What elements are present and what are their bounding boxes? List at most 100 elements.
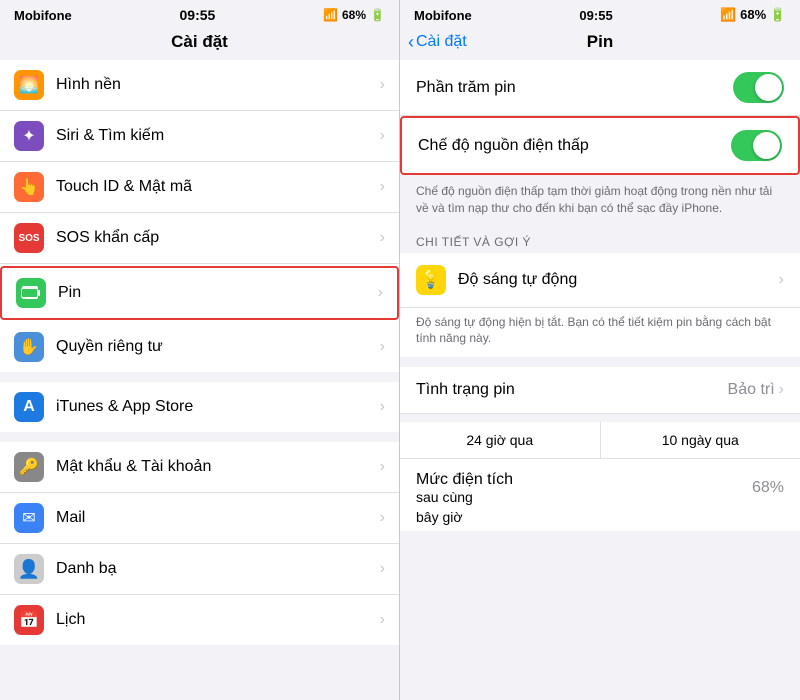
quyen-rieng-tu-chevron: › (380, 338, 385, 356)
left-indicators: 📶 68% 🔋 (323, 8, 385, 22)
muc-dien-sub: sau cùng (416, 489, 752, 505)
pin-chevron: › (378, 284, 383, 302)
phan-tram-pin-toggle-thumb (755, 74, 782, 101)
phan-tram-pin-toggle[interactable] (733, 72, 784, 103)
chi-tiet-header: CHI TIẾT VÀ GỢI Ý (400, 227, 800, 253)
itunes-chevron: › (380, 398, 385, 416)
left-status-bar: Mobifone 09:55 📶 68% 🔋 (0, 0, 399, 28)
do-sang-row[interactable]: 💡 Độ sáng tự động › (400, 253, 800, 308)
che-do-nguon-toggle-thumb (753, 132, 780, 159)
touch-id-icon: 👆 (14, 172, 44, 202)
hinh-nen-label: Hình nền (56, 76, 380, 94)
right-panel: Mobifone 09:55 📶 68% 🔋 ‹ Cài đặt Pin Phầ… (400, 0, 800, 700)
siri-label: Siri & Tìm kiếm (56, 127, 380, 145)
mat-khau-icon: 🔑 (14, 452, 44, 482)
danh-ba-chevron: › (380, 560, 385, 578)
battery-icon: 🔋 (370, 8, 385, 22)
separator-1 (0, 374, 399, 382)
mail-icon: ✉ (14, 503, 44, 533)
pin-icon (16, 278, 46, 308)
left-nav-title: Cài đặt (171, 32, 228, 52)
do-sang-section: 💡 Độ sáng tự động › Độ sáng tự động hiện… (400, 253, 800, 358)
che-do-nguon-label: Chế độ nguồn điện thấp (418, 137, 731, 155)
muc-dien-row: Mức điện tích sau cùng 68% (400, 459, 800, 509)
right-nav-title: Pin (587, 32, 613, 52)
do-sang-desc: Độ sáng tự động hiện bị tắt. Bạn có thể … (400, 308, 800, 358)
che-do-nguon-toggle[interactable] (731, 130, 782, 161)
che-do-nguon-row[interactable]: Chế độ nguồn điện thấp (402, 118, 798, 173)
do-sang-label: Độ sáng tự động (458, 271, 779, 289)
sos-chevron: › (380, 229, 385, 247)
left-nav-bar: Cài đặt (0, 28, 399, 60)
right-time: 09:55 (579, 8, 612, 23)
lich-label: Lịch (56, 611, 380, 629)
quyen-rieng-tu-label: Quyền riêng tư (56, 338, 380, 356)
sidebar-item-quyen-rieng-tu[interactable]: ✋ Quyền riêng tư › (0, 322, 399, 372)
separator-2 (0, 434, 399, 442)
muc-dien-value: 68% (752, 479, 784, 497)
tab-10d[interactable]: 10 ngày qua (601, 422, 800, 458)
tinh-trang-chevron: › (779, 381, 784, 399)
muc-dien-label: Mức điện tích sau cùng (416, 471, 752, 505)
settings-group-top: 🌅 Hình nền › ✦ Siri & Tìm kiếm › 👆 Touch… (0, 60, 399, 372)
right-separator-1 (400, 359, 800, 367)
lich-icon: 📅 (14, 605, 44, 635)
sidebar-item-mat-khau[interactable]: 🔑 Mật khẩu & Tài khoản › (0, 442, 399, 493)
lich-chevron: › (380, 611, 385, 629)
bay-gio-row: bây giờ (400, 509, 800, 531)
che-do-container: Chế độ nguồn điện thấp (400, 116, 800, 175)
sidebar-item-sos[interactable]: SOS SOS khẩn cấp › (0, 213, 399, 264)
left-settings-list[interactable]: 🌅 Hình nền › ✦ Siri & Tìm kiếm › 👆 Touch… (0, 60, 399, 700)
siri-chevron: › (380, 127, 385, 145)
brightness-icon: 💡 (416, 265, 446, 295)
itunes-icon: A (14, 392, 44, 422)
right-status-bar: Mobifone 09:55 📶 68% 🔋 (400, 0, 800, 28)
right-carrier: Mobifone (414, 8, 472, 23)
sos-icon: SOS (14, 223, 44, 253)
signal-icon: 📶 (323, 8, 338, 22)
tab-row: 24 giờ qua 10 ngày qua (400, 422, 800, 459)
sidebar-item-mail[interactable]: ✉ Mail › (0, 493, 399, 544)
back-label: Cài đặt (416, 33, 467, 51)
battery-text: 68% (342, 8, 366, 22)
pin-content: Phần trăm pin Chế độ nguồn điện thấp Chế… (400, 60, 800, 700)
right-separator-2 (400, 414, 800, 422)
phan-tram-pin-label: Phần trăm pin (416, 79, 733, 97)
back-button[interactable]: ‹ Cài đặt (408, 32, 467, 53)
sidebar-item-lich[interactable]: 📅 Lịch › (0, 595, 399, 645)
touch-id-label: Touch ID & Mật mã (56, 178, 380, 196)
sidebar-item-hinh-nen[interactable]: 🌅 Hình nền › (0, 60, 399, 111)
mat-khau-chevron: › (380, 458, 385, 476)
mat-khau-label: Mật khẩu & Tài khoản (56, 458, 380, 476)
muc-dien-main: Mức điện tích (416, 471, 752, 489)
touch-id-chevron: › (380, 178, 385, 196)
siri-icon: ✦ (14, 121, 44, 151)
settings-group-bottom: 🔑 Mật khẩu & Tài khoản › ✉ Mail › 👤 Danh… (0, 442, 399, 645)
tinh-trang-row[interactable]: Tình trạng pin Bảo trì › (400, 367, 800, 414)
left-carrier: Mobifone (14, 8, 72, 23)
right-signal-icon: 📶 (720, 7, 736, 22)
itunes-label: iTunes & App Store (56, 398, 380, 416)
phan-tram-pin-row[interactable]: Phần trăm pin (400, 60, 800, 116)
sos-label: SOS khẩn cấp (56, 229, 380, 247)
right-battery-icon: 🔋 (770, 7, 786, 22)
quyen-rieng-tu-icon: ✋ (14, 332, 44, 362)
che-do-desc: Chế độ nguồn điện thấp tạm thời giảm hoạ… (400, 177, 800, 227)
sidebar-item-siri[interactable]: ✦ Siri & Tìm kiếm › (0, 111, 399, 162)
mail-label: Mail (56, 509, 380, 527)
hinh-nen-icon: 🌅 (14, 70, 44, 100)
right-nav-bar: ‹ Cài đặt Pin (400, 28, 800, 60)
tab-24h[interactable]: 24 giờ qua (400, 422, 601, 458)
settings-group-mid: A iTunes & App Store › (0, 382, 399, 432)
danh-ba-label: Danh bạ (56, 560, 380, 578)
sidebar-item-touch-id[interactable]: 👆 Touch ID & Mật mã › (0, 162, 399, 213)
tinh-trang-value: Bảo trì (728, 381, 775, 399)
danh-ba-icon: 👤 (14, 554, 44, 584)
bay-gio-label: bây giờ (416, 509, 463, 525)
right-indicators: 📶 68% 🔋 (720, 7, 786, 23)
left-panel: Mobifone 09:55 📶 68% 🔋 Cài đặt 🌅 Hình nề… (0, 0, 400, 700)
sidebar-item-danh-ba[interactable]: 👤 Danh bạ › (0, 544, 399, 595)
sidebar-item-itunes[interactable]: A iTunes & App Store › (0, 382, 399, 432)
hinh-nen-chevron: › (380, 76, 385, 94)
sidebar-item-pin[interactable]: Pin › (0, 266, 399, 320)
